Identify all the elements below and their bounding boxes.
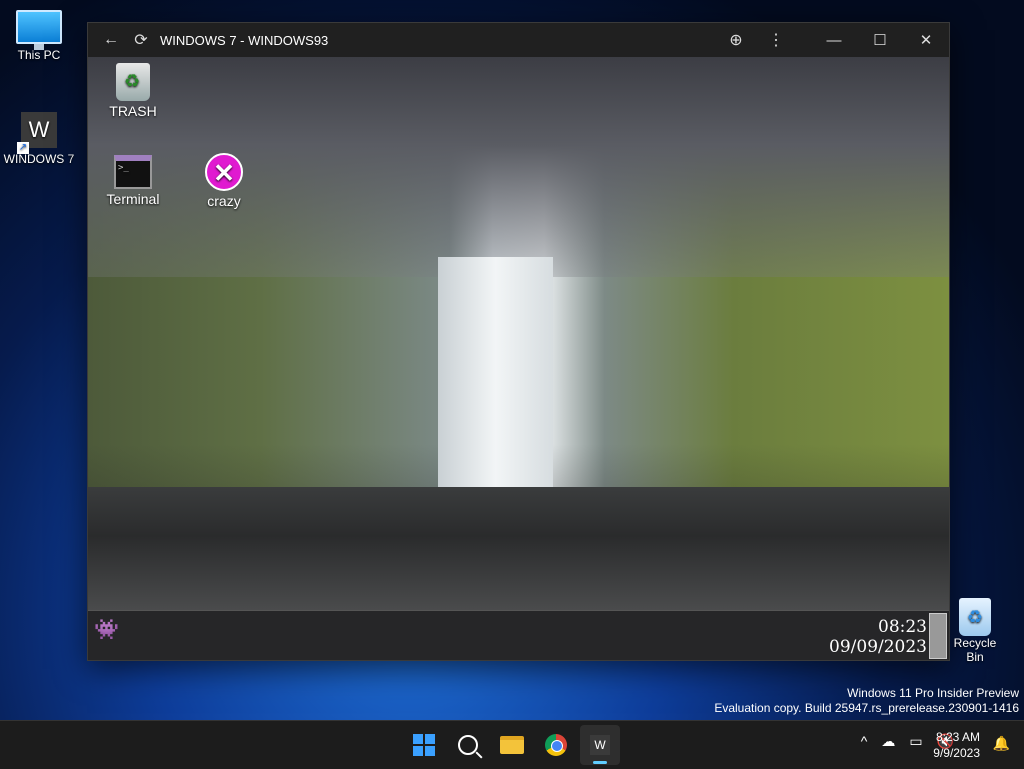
waterfall — [438, 257, 553, 487]
pixel-ghost-icon: 👾 — [94, 619, 119, 641]
emulator-viewport[interactable]: TRASH >_ Terminal ✕ crazy 👾 08:23 09/09/… — [88, 57, 949, 660]
maximize-button[interactable]: ☐ — [857, 23, 903, 57]
waterfall-wallpaper — [88, 57, 949, 610]
desktop-icon-this-pc[interactable]: This PC — [3, 10, 75, 62]
monitor-icon — [16, 10, 62, 50]
vd-clock-date: 09/09/2023 — [829, 637, 927, 657]
crazy-x-icon: ✕ — [205, 153, 243, 191]
terminal-icon: >_ — [114, 155, 152, 189]
shortcut-arrow-icon: ↗ — [17, 142, 29, 154]
taskbar-clock-date: 9/9/2023 — [933, 746, 980, 760]
more-options-button[interactable]: ⋮ — [761, 23, 791, 57]
app-titlebar: ← ⟳ WINDOWS 7 - WINDOWS93 ⊕ ⋮ — ☐ ✕ — [88, 23, 949, 57]
vd-icon-crazy[interactable]: ✕ crazy — [179, 153, 269, 209]
zoom-in-icon: ⊕ — [729, 32, 743, 49]
tray-chevron-up-icon[interactable]: ^ — [861, 733, 868, 750]
minimize-button[interactable]: — — [811, 23, 857, 57]
windows-watermark: Windows 11 Pro Insider Preview Evaluatio… — [714, 686, 1019, 715]
search-button[interactable] — [448, 725, 488, 765]
folder-icon — [500, 736, 524, 754]
close-button[interactable]: ✕ — [903, 23, 949, 57]
desktop-icon-label: Recycle Bin — [953, 636, 997, 664]
network-icon[interactable]: ▭ — [909, 733, 922, 750]
vd-icon-label: crazy — [207, 193, 241, 209]
taskbar-clock[interactable]: 8:23 AM 9/9/2023 — [933, 729, 980, 761]
windows93-app-icon: W — [590, 735, 610, 755]
arrow-left-icon: ← — [103, 31, 119, 48]
desktop-icon-recycle-bin[interactable]: ♻ Recycle Bin — [944, 598, 1006, 664]
desktop-icon-windows7[interactable]: W ↗ WINDOWS 7 — [3, 112, 75, 166]
back-button[interactable]: ← — [96, 23, 126, 57]
vd-icon-terminal[interactable]: >_ Terminal — [88, 155, 178, 207]
vd-taskbar: 👾 08:23 09/09/2023 — [88, 610, 949, 660]
file-explorer-button[interactable] — [492, 725, 532, 765]
vd-icon-label: Terminal — [106, 191, 160, 207]
desktop-icon-label: This PC — [17, 48, 61, 62]
start-button[interactable] — [404, 725, 444, 765]
reload-button[interactable]: ⟳ — [126, 23, 156, 57]
onedrive-offline-icon[interactable]: ☁ — [881, 733, 895, 750]
vd-clock[interactable]: 08:23 09/09/2023 — [829, 617, 927, 657]
search-icon — [458, 735, 478, 755]
taskbar: W ^ ☁ ▭ 🔇 8:23 AM 9/9/2023 🔔 — [0, 720, 1024, 769]
chrome-button[interactable] — [536, 725, 576, 765]
vd-icon-label: TRASH — [109, 103, 157, 119]
app-window: ← ⟳ WINDOWS 7 - WINDOWS93 ⊕ ⋮ — ☐ ✕ TRAS… — [87, 22, 950, 661]
desktop-icon-label: WINDOWS 7 — [3, 152, 75, 166]
more-vertical-icon: ⋮ — [768, 32, 784, 49]
vd-clock-time: 08:23 — [878, 617, 927, 637]
zoom-button[interactable]: ⊕ — [721, 23, 751, 57]
recycle-bin-icon: ♻ — [959, 598, 991, 636]
chrome-icon — [545, 734, 567, 756]
gravel-ground — [88, 487, 949, 610]
notification-bell-icon[interactable]: 🔔 — [993, 735, 1010, 752]
refresh-icon: ⟳ — [134, 32, 148, 49]
windows-logo-icon — [413, 734, 435, 756]
vd-start-button[interactable]: 👾 — [94, 617, 138, 653]
vd-icon-trash[interactable]: TRASH — [88, 63, 178, 119]
trash-icon — [116, 63, 150, 101]
taskbar-clock-time: 8:23 AM — [935, 730, 980, 744]
taskbar-apps: W — [404, 725, 620, 765]
windows7-shortcut-icon: W ↗ — [17, 112, 57, 154]
window-title: WINDOWS 7 - WINDOWS93 — [160, 32, 329, 48]
windows93-taskbar-button[interactable]: W — [580, 725, 620, 765]
